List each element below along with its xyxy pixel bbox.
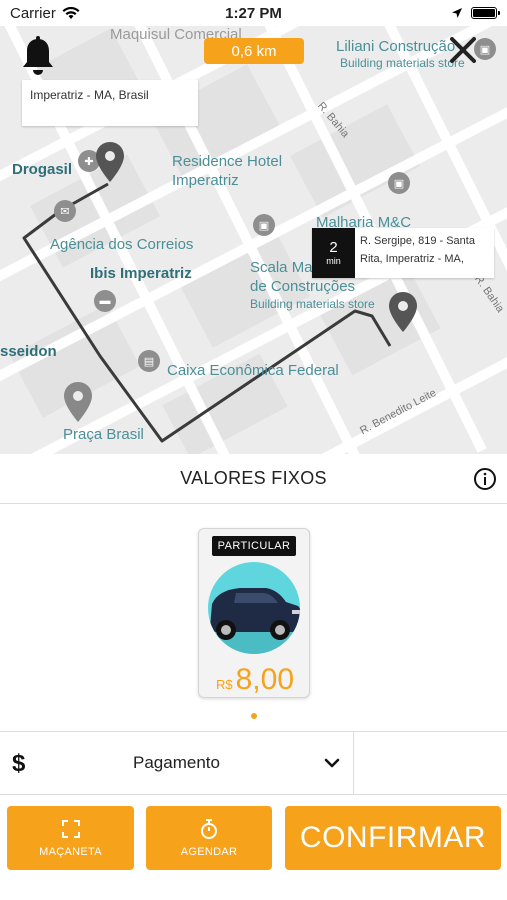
car-icon [208, 562, 300, 654]
destination-pin-icon[interactable] [389, 292, 417, 332]
poi-store-top-icon: ▣ [474, 38, 496, 60]
manaceta-button[interactable]: MAÇANETA [7, 806, 134, 870]
origin-address-box[interactable]: Imperatriz - MA, Brasil [22, 80, 198, 126]
payment-extra[interactable] [354, 732, 507, 794]
poi-store-icon: ▣ [253, 214, 275, 236]
chevron-down-icon [324, 758, 340, 768]
payment-label: Pagamento [133, 753, 220, 772]
section-header: VALORES FIXOS [0, 454, 507, 504]
map-label-agencia: Agência dos Correios [50, 236, 194, 253]
map-label-building-top: Building materials store [340, 56, 465, 70]
price-currency: R$ [215, 677, 233, 692]
eta-unit: min [326, 256, 341, 266]
price-value: 8,00 [235, 663, 294, 696]
carrier-label: Carrier [10, 4, 56, 22]
bell-icon[interactable] [20, 36, 56, 78]
map-label-drogasil: Drogasil [12, 161, 73, 178]
battery-icon [471, 7, 500, 19]
map-label-liliani: Liliani Construção [336, 38, 456, 55]
status-left: Carrier [10, 5, 80, 22]
agendar-label: AGENDAR [180, 846, 238, 858]
destination-address: R. Sergipe, 819 - Santa Rita, Imperatriz… [360, 235, 475, 265]
poi-hotel-icon: ▬ [94, 290, 116, 312]
manaceta-label: MAÇANETA [39, 846, 102, 858]
page-indicator [251, 713, 257, 719]
distance-value: 0,6 km [231, 42, 277, 60]
close-icon[interactable] [449, 36, 477, 64]
eta-value: 2 [329, 239, 338, 256]
info-icon[interactable] [473, 467, 497, 491]
poi-bank-icon: ▤ [138, 350, 160, 372]
status-right [451, 7, 500, 19]
confirmar-button[interactable]: CONFIRMAR [285, 806, 501, 870]
origin-address: Imperatriz - MA, Brasil [30, 88, 149, 102]
destination-address-box[interactable]: 2 min R. Sergipe, 819 - Santa Rita, Impe… [312, 228, 494, 278]
distance-pill: 0,6 km [204, 38, 304, 64]
eta-badge: 2 min [312, 228, 355, 278]
vehicle-price: R$ 8,00 [199, 663, 311, 697]
agendar-button[interactable]: AGENDAR [146, 806, 272, 870]
wifi-icon [62, 6, 80, 19]
map-label-residence: Residence Hotel Imperatriz [172, 153, 283, 189]
status-bar: Carrier 1:27 PM [0, 0, 507, 26]
poi-mail-icon: ✉ [54, 200, 76, 222]
map-view[interactable]: Maquisul Comercial Liliani Construção Bu… [0, 26, 507, 454]
confirmar-label: CONFIRMAR [299, 821, 487, 854]
map-label-caixa: Caixa Econômica Federal [167, 362, 339, 379]
stopwatch-icon [201, 819, 217, 839]
poi-pin-icon [64, 382, 92, 422]
map-label-ibis: Ibis Imperatriz [90, 265, 192, 282]
payment-select[interactable]: $ Pagamento [0, 732, 354, 794]
vehicle-badge: PARTICULAR [212, 536, 296, 556]
poi-shop-icon: ▣ [388, 172, 410, 194]
expand-icon [61, 820, 80, 838]
location-arrow-icon [452, 8, 462, 18]
vehicle-card[interactable]: PARTICULAR R$ 8,00 [198, 528, 310, 698]
section-title: VALORES FIXOS [180, 468, 327, 488]
payment-row: $ Pagamento [0, 731, 507, 795]
map-label-posseidon: sseidon [0, 343, 57, 360]
map-label-building-mid: Building materials store [250, 297, 375, 311]
origin-pin-icon[interactable] [96, 142, 124, 182]
map-label-praca: Praça Brasil [63, 426, 144, 443]
